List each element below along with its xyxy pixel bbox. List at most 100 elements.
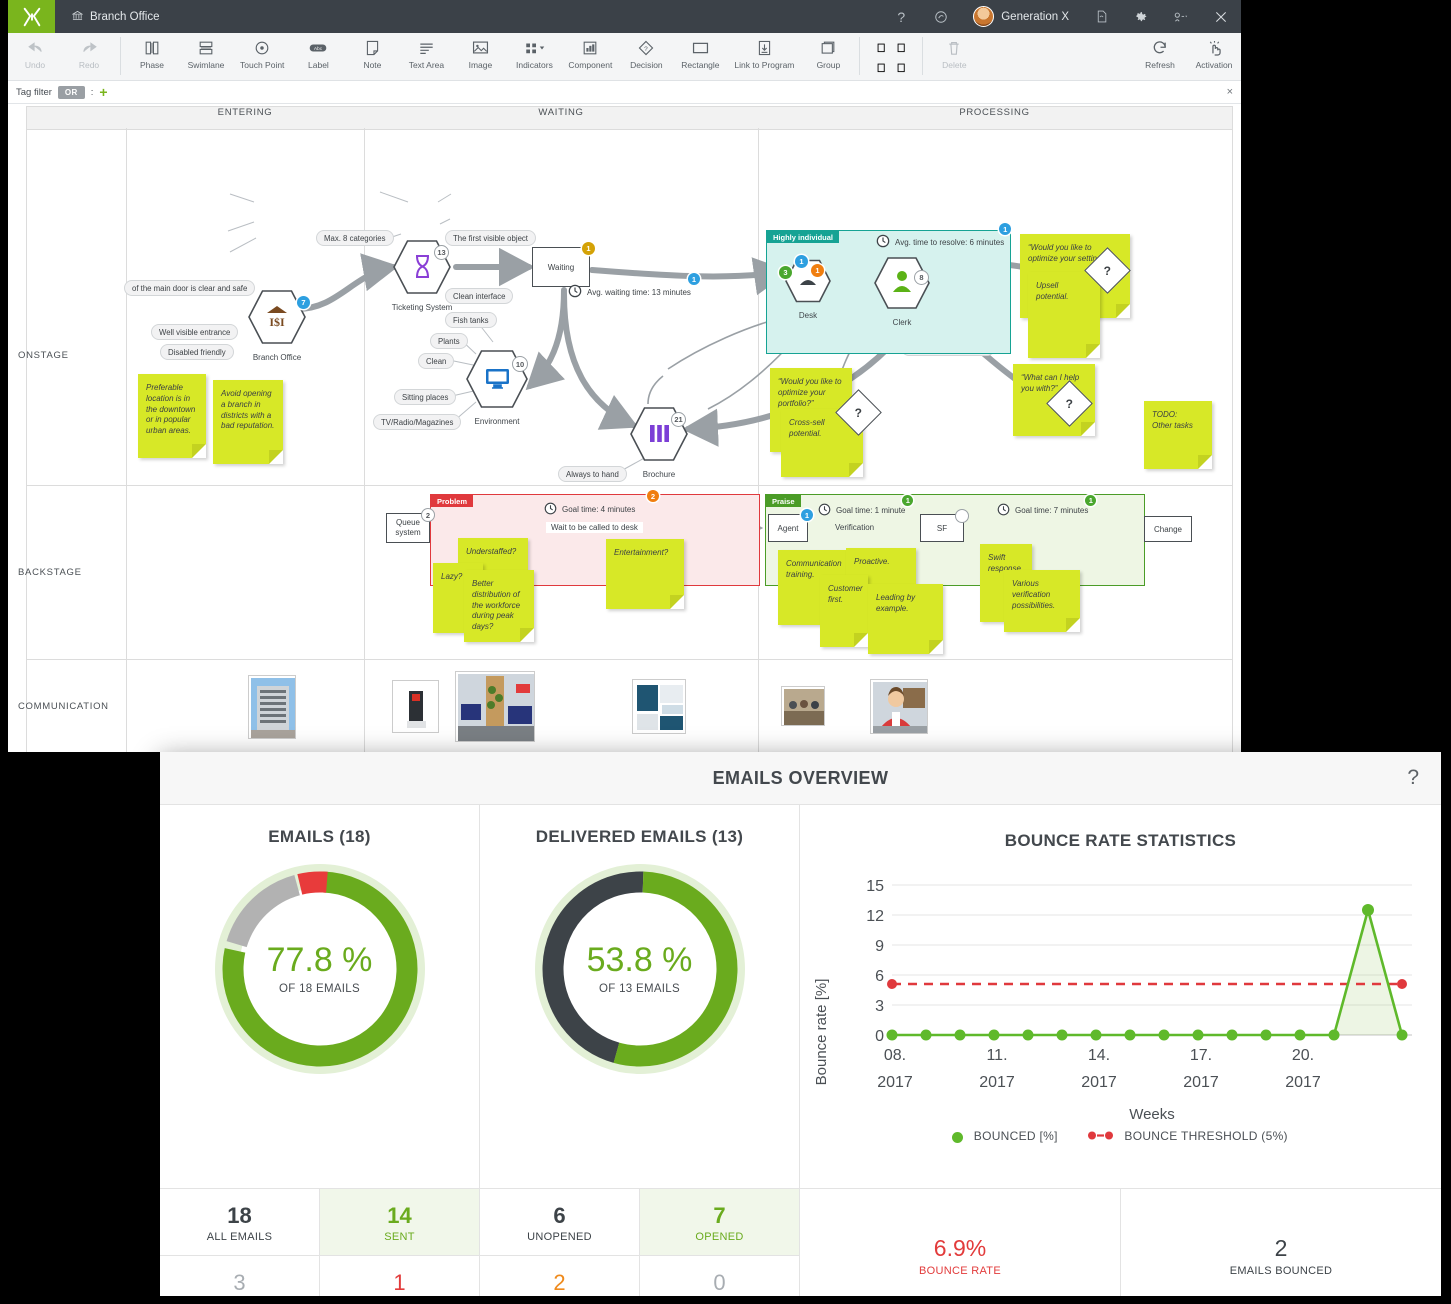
meeting-photo[interactable] [781,686,825,726]
bounce-rate-chart[interactable]: Bounce rate [%] 15 12 9 630 08. 11. 14. … [800,857,1440,1177]
stat-marked-as-spam[interactable]: 0 MARKED AS SPAM [640,1256,800,1296]
swimlane-button[interactable]: Swimlane [179,35,233,80]
group-button[interactable]: Group [801,35,855,80]
lounge-interior-photo[interactable] [455,671,535,742]
text-area-button[interactable]: Text Area [399,35,453,80]
node-badge[interactable]: 8 [914,270,929,285]
pill-clean-env[interactable]: Clean [418,353,455,369]
sticky-note[interactable]: Avoid opening a branch in districts with… [213,380,283,464]
box-sf[interactable]: SF [920,509,969,542]
metric-goal-time-1[interactable]: Goal time: 1 minute 1 [818,495,914,518]
metric-avg-time-to-resolve[interactable]: Avg. time to resolve: 6 minutes 1 [876,223,1012,250]
pill-tv-radio-magazines[interactable]: TV/Radio/Magazines [373,414,462,430]
badge-icon[interactable] [921,0,961,33]
phase-button[interactable]: Phase [125,35,179,80]
refresh-button[interactable]: Refresh [1133,35,1187,80]
box-badge[interactable]: 1 [801,509,813,521]
touch-point-button[interactable]: Touch Point [233,35,291,80]
stat-all-emails[interactable]: 18 ALL EMAILS [160,1189,320,1256]
sticky-note[interactable]: Leading by example. [868,584,943,654]
node-badge-orange[interactable]: 1 [811,264,824,277]
clerk-photo[interactable] [870,679,928,734]
gear-icon[interactable] [1121,0,1161,33]
sticky-note[interactable]: Better distribution of the workforce dur… [464,570,534,642]
stat-opened[interactable]: 7 OPENED [640,1189,800,1256]
undo-button[interactable]: Undo [8,35,62,80]
stat-sent[interactable]: 14 SENT [320,1189,480,1256]
component-button[interactable]: Component [561,35,619,80]
stat-unsubscribe[interactable]: 2 UNSUBSCRIBE [480,1256,640,1296]
node-badge[interactable]: 21 [671,412,686,427]
brochure-photo[interactable] [632,679,686,734]
metric-badge[interactable]: 1 [687,273,700,285]
stat-failed[interactable]: 1 FAILED [320,1256,480,1296]
metric-avg-waiting-time[interactable]: Avg. waiting time: 13 minutes 1 [568,273,700,300]
add-tag-icon[interactable]: + [99,85,107,99]
copy-icon[interactable] [896,40,907,58]
tag-filter-operator[interactable]: OR [57,85,85,99]
paste-icon[interactable] [876,60,887,78]
image-button[interactable]: Image [453,35,507,80]
legend-item-bounced[interactable]: BOUNCED [%] [952,1129,1058,1143]
box-queue-system[interactable]: Queue system 2 [386,508,435,543]
node-clerk[interactable]: 8 Clerk [874,256,930,327]
document-icon[interactable] [1081,0,1121,33]
legend-item-threshold[interactable]: BOUNCE THRESHOLD (5%) [1087,1129,1288,1144]
sticky-note[interactable]: Preferable location is in the downtown o… [138,374,206,458]
user-account[interactable]: Generation X [961,0,1081,33]
metric-goal-time-7[interactable]: Goal time: 7 minutes 1 [997,495,1097,518]
node-ticketing-system[interactable]: 13 Ticketing System [392,239,452,312]
office-building-photo[interactable] [248,675,296,739]
node-badge[interactable]: 13 [434,245,449,260]
pill-clean-interface[interactable]: Clean interface [445,288,514,304]
pill-well-visible-entrance[interactable]: Well visible entrance [151,324,239,340]
sticky-note[interactable]: TODO: Other tasks [1144,401,1212,469]
pill-fish-tanks[interactable]: Fish tanks [445,312,497,328]
close-icon[interactable] [1201,0,1241,33]
pill-disabled-friendly[interactable]: Disabled friendly [160,344,234,360]
sticky-note[interactable]: Customer first. [820,575,868,647]
node-branch-office[interactable]: I$I 7 Branch Office [248,289,310,362]
stat-unopened[interactable]: 6 UNOPENED [480,1189,640,1256]
sticky-note[interactable]: Upsell potential. [1028,272,1100,358]
node-desk[interactable]: 3 1 1 Desk [779,255,831,320]
redo-button[interactable]: Redo [62,35,116,80]
box-agent[interactable]: Agent 1 [768,509,813,542]
stat-bounce-rate[interactable]: 6.9% BOUNCE RATE [800,1189,1121,1296]
note-button[interactable]: Note [345,35,399,80]
diagram-canvas[interactable]: ENTERING WAITING PROCESSING ONSTAGE BACK… [8,104,1241,752]
pill-main-door[interactable]: of the main door is clear and safe [124,280,256,296]
node-badge[interactable]: 1 [582,242,595,255]
node-waiting[interactable]: Waiting 1 [532,242,595,287]
sticky-note[interactable]: Various verification possibilities. [1004,570,1080,632]
kiosk-photo[interactable] [392,680,439,733]
stat-in-progress[interactable]: 3 IN PROGRESS [160,1256,320,1296]
decision-button[interactable]: ? Decision [619,35,673,80]
metric-goal-time-4[interactable]: Goal time: 4 minutes [544,502,635,517]
pill-sitting-places[interactable]: Sitting places [394,389,457,405]
user-switch-icon[interactable] [1161,0,1201,33]
node-brochure[interactable]: 21 Brochure [630,406,688,479]
indicators-button[interactable]: Indicators [507,35,561,80]
duplicate-icon[interactable] [896,60,907,78]
help-icon[interactable]: ? [881,0,921,33]
link-to-program-button[interactable]: Link to Program [727,35,801,80]
pill-first-visible-object[interactable]: The first visible object [445,230,536,246]
label-button[interactable]: Abc Label [291,35,345,80]
activation-button[interactable]: Activation [1187,35,1241,80]
node-badge[interactable]: 7 [297,296,310,309]
cut-icon[interactable] [876,40,887,58]
node-environment[interactable]: 10 Environment [466,349,528,426]
pill-max-8-categories[interactable]: Max. 8 categories [316,230,394,246]
close-tagbar-icon[interactable]: × [1227,86,1233,98]
pill-plants[interactable]: Plants [430,333,468,349]
dialog-help-icon[interactable]: ? [1407,766,1419,790]
box-change[interactable]: Change [1144,516,1192,542]
node-badge-green[interactable]: 3 [779,266,792,279]
group-badge[interactable]: 2 [647,490,659,502]
box-badge[interactable]: 2 [421,508,435,522]
node-badge-blue[interactable]: 1 [795,255,808,268]
sticky-note[interactable]: Entertainment? [606,539,684,609]
stat-emails-bounced[interactable]: 2 EMAILS BOUNCED [1121,1189,1441,1296]
pill-always-to-hand[interactable]: Always to hand [558,466,627,482]
